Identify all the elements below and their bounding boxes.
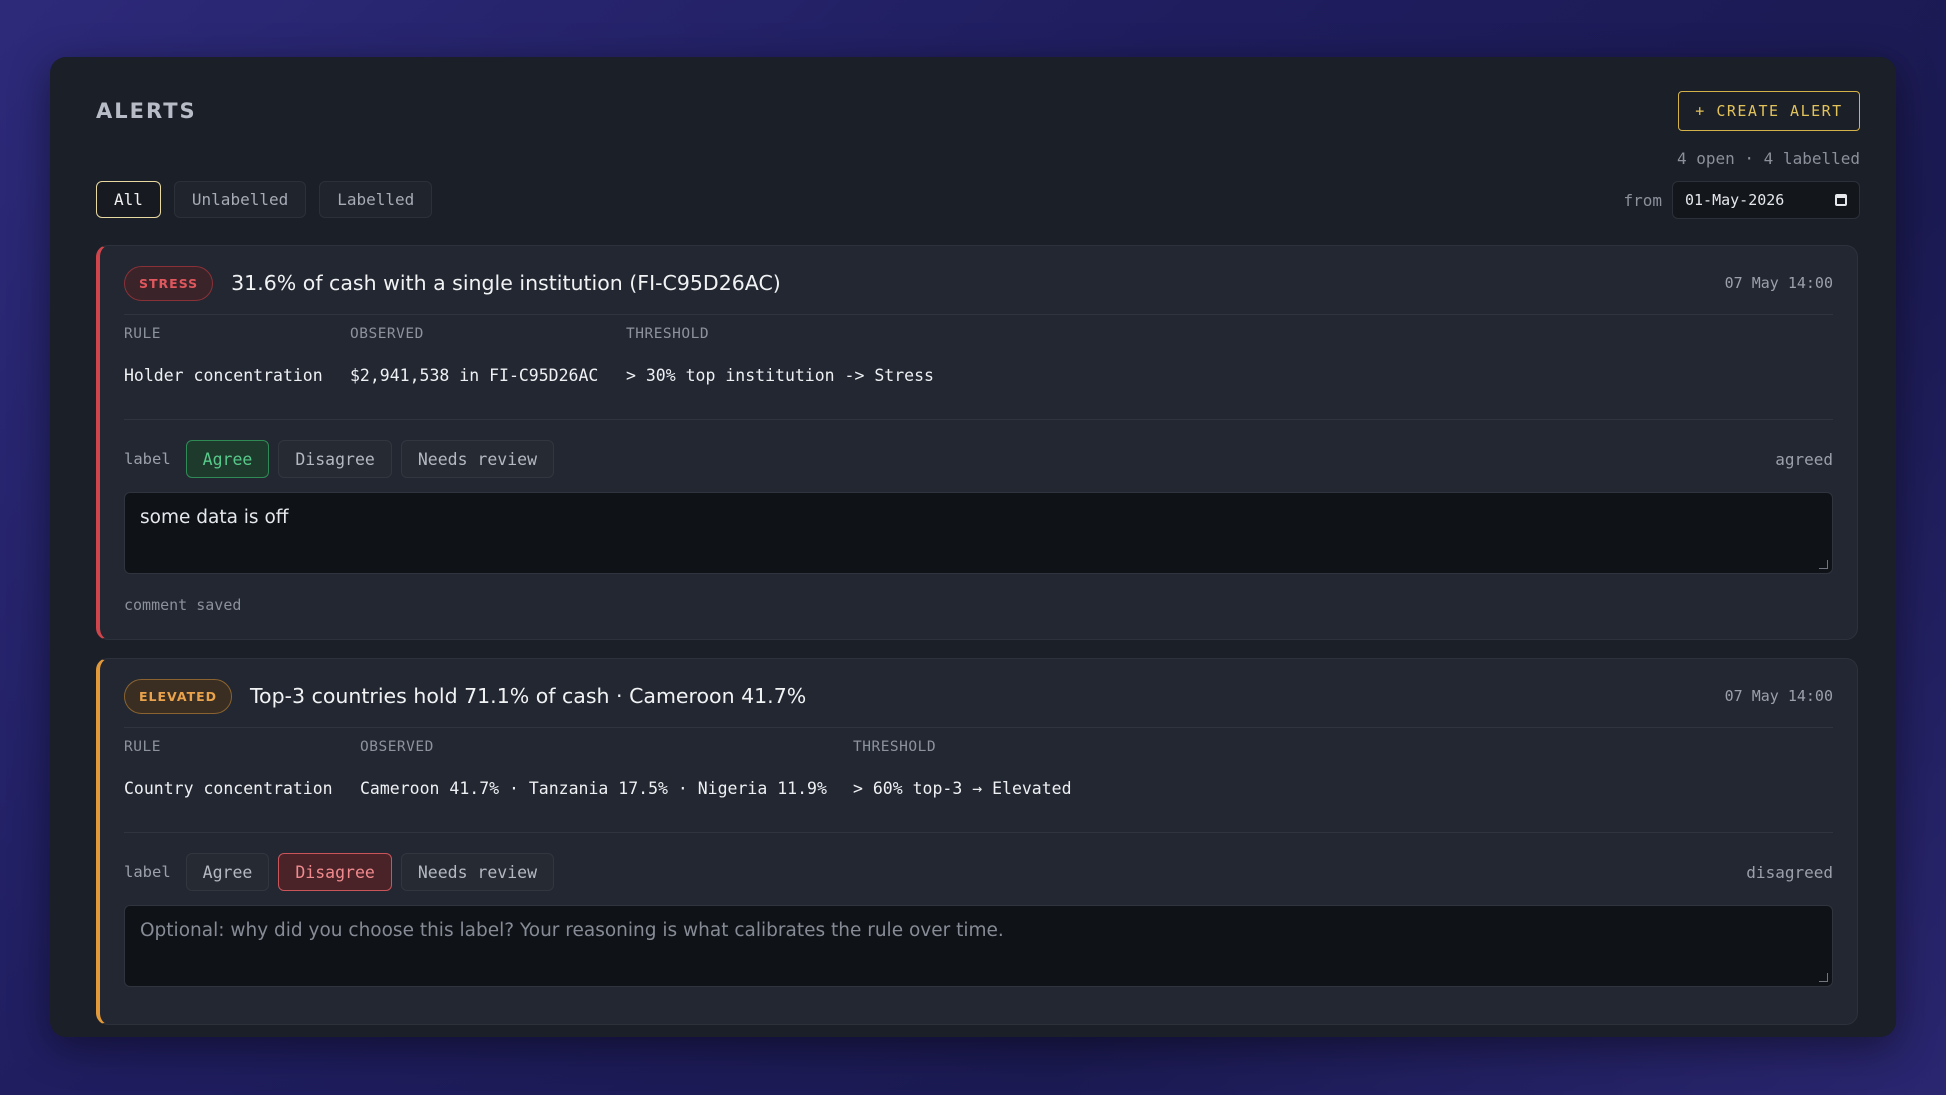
needs-review-button[interactable]: Needs review [400,853,555,891]
alert-title: Top-3 countries hold 71.1% of cash · Cam… [250,684,807,708]
observed-value: $2,941,538 in FI-C95D26AC [350,366,599,385]
divider [124,419,1833,420]
comment-text: some data is off [140,507,289,528]
observed-column: OBSERVED $2,941,538 in FI-C95D26AC [350,326,598,385]
filter-all[interactable]: All [96,181,161,218]
alert-timestamp: 07 May 14:00 [1724,274,1833,292]
alert-header: STRESS 31.6% of cash with a single insti… [124,264,1833,302]
divider [124,314,1833,315]
page-title: ALERTS [96,99,197,123]
agree-button[interactable]: Agree [185,440,270,478]
observed-heading: OBSERVED [350,326,424,342]
observed-value: Cameroon 41.7% · Tanzania 17.5% · Nigeri… [360,779,827,798]
observed-column: OBSERVED Cameroon 41.7% · Tanzania 17.5%… [360,739,827,798]
alert-timestamp: 07 May 14:00 [1724,687,1833,705]
disagree-button[interactable]: Disagree [278,853,392,891]
alerts-summary: 4 open · 4 labelled [1676,149,1860,168]
alert-card-elevated: ELEVATED Top-3 countries hold 71.1% of c… [96,658,1858,1025]
severity-badge: ELEVATED [124,678,233,714]
filter-unlabelled[interactable]: Unlabelled [173,181,307,218]
label-status: agreed [1775,449,1833,469]
threshold-value: > 60% top-3 → Elevated [853,779,1072,798]
comment-textarea[interactable]: some data is off [124,492,1833,574]
threshold-column: THRESHOLD > 30% top institution -> Stres… [626,326,934,385]
from-date-input[interactable]: 01-May-2026 [1672,181,1860,219]
label-row: label Agree Disagree Needs review disagr… [124,853,1833,891]
agree-button[interactable]: Agree [185,853,270,891]
divider [124,727,1833,728]
label-caption: label [124,863,171,881]
label-status: disagreed [1746,862,1833,882]
threshold-value: > 30% top institution -> Stress [626,366,934,385]
severity-badge: STRESS [124,265,214,301]
comment-saved-status: comment saved [124,596,242,614]
calendar-icon[interactable] [1835,194,1847,206]
alert-title: 31.6% of cash with a single institution … [231,271,781,295]
threshold-column: THRESHOLD > 60% top-3 → Elevated [853,739,1072,798]
rule-column: RULE Country concentration [124,739,333,798]
threshold-heading: THRESHOLD [626,326,710,342]
create-alert-button[interactable]: + CREATE ALERT [1678,91,1860,131]
rule-value: Country concentration [124,779,333,798]
resize-handle-icon[interactable] [1819,973,1828,982]
needs-review-button[interactable]: Needs review [400,440,555,478]
label-row: label Agree Disagree Needs review agreed [124,440,1833,478]
divider [124,832,1833,833]
rule-value: Holder concentration [124,366,323,385]
filter-labelled[interactable]: Labelled [319,181,433,218]
filter-tabs: All Unlabelled Labelled [96,181,433,218]
alerts-panel: ALERTS + CREATE ALERT 4 open · 4 labelle… [50,57,1896,1037]
threshold-heading: THRESHOLD [853,739,937,755]
from-label: from [1623,190,1662,210]
from-date-value: 01-May-2026 [1685,191,1785,209]
date-filter: from 01-May-2026 [1623,181,1860,219]
disagree-button[interactable]: Disagree [278,440,392,478]
comment-textarea[interactable]: Optional: why did you choose this label?… [124,905,1833,987]
observed-heading: OBSERVED [360,739,434,755]
label-caption: label [124,450,171,468]
rule-heading: RULE [124,326,161,342]
alert-header: ELEVATED Top-3 countries hold 71.1% of c… [124,677,1833,715]
resize-handle-icon[interactable] [1819,560,1828,569]
rule-column: RULE Holder concentration [124,326,323,385]
rule-heading: RULE [124,739,161,755]
alert-card-stress: STRESS 31.6% of cash with a single insti… [96,245,1858,640]
comment-placeholder: Optional: why did you choose this label?… [140,920,1004,941]
